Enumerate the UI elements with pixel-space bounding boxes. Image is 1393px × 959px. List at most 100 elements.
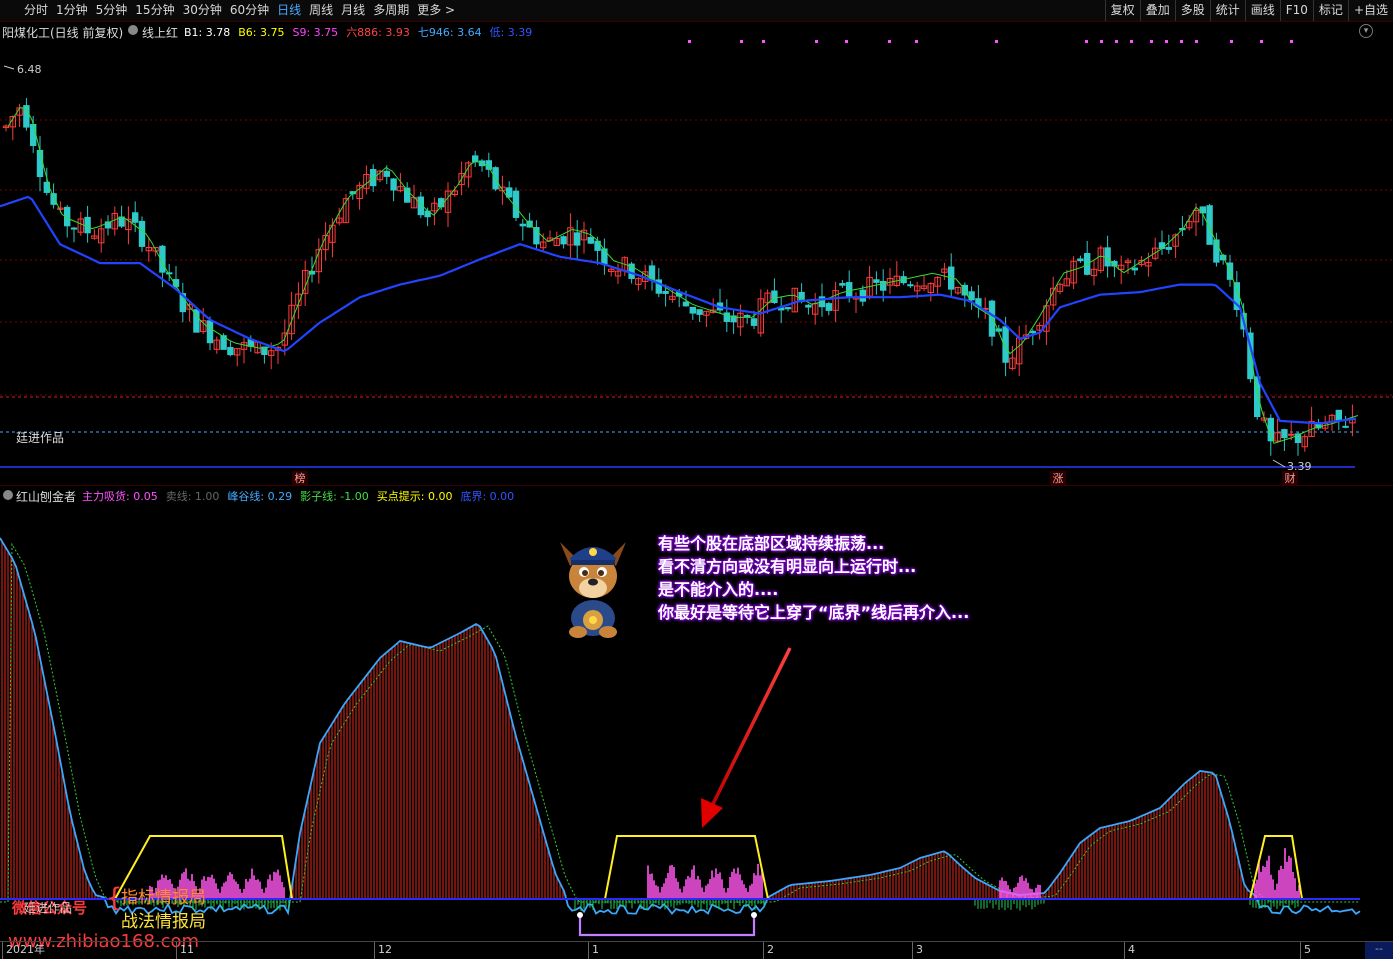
legend-item: 峰谷线: 0.29 [227,490,293,503]
candle-body [682,301,690,307]
period-tab[interactable]: 1分钟 [52,0,92,21]
high-pointer [3,65,15,70]
main-panel-header: 阳煤化工(日线 前复权) 线上红 B1: 3.78 B6: 3.75 S9: 3.7… [0,22,1393,40]
signal-dot [1085,40,1088,43]
signal-dot [1115,40,1118,43]
x-axis-label: 1 [588,942,599,959]
sub-panel-header: 红山刨金者 主力吸货: 0.05 卖线: 1.00 峰谷线: 0.29 影子线: -1… [0,487,1393,504]
toolbar-button[interactable]: F10 [1279,0,1313,21]
x-axis-label: 5 [1300,942,1311,959]
period-tab[interactable]: 60分钟 [226,0,273,21]
annotation-line: 看不清方向或没有明显向上运行时... [658,557,917,576]
annotation-line: 是不能介入的.... [658,580,779,599]
signal-dot [1150,40,1153,43]
bracket-dot [577,912,583,918]
signal-dot [1130,40,1133,43]
candle-body [1029,330,1036,334]
sub-legend: 主力吸货: 0.05 卖线: 1.00 峰谷线: 0.29 影子线: -1.00 买点提… [82,488,522,504]
marker-label: 榜 [295,471,306,485]
period-tab[interactable]: 更多 > [413,0,459,21]
x-axis-label: 3 [912,942,923,959]
toolbar-button[interactable]: 复权 [1104,0,1140,21]
candle-body [390,178,397,191]
candle-body [1077,258,1084,262]
candle-body [1165,246,1172,250]
promo-tag-1: 指标情报局 [121,888,206,908]
high-price-label: 6.48 [17,63,42,76]
candle-body [784,307,792,310]
candle-body [594,240,601,251]
candle-body [1199,206,1206,214]
collapse-icon[interactable] [128,25,138,35]
scroll-button[interactable]: -- [1365,942,1393,959]
low-pointer [1272,459,1286,468]
period-tab[interactable]: 分时 [20,0,52,21]
legend-item: 七946: 3.64 [417,26,482,39]
candle-body [1335,409,1342,422]
period-tab[interactable]: 多周期 [369,0,413,21]
bracket-dot [751,912,757,918]
toolbar-button[interactable]: +自选 [1347,0,1393,21]
candle-body [723,312,730,322]
signal-dot [815,40,818,43]
candle-body [1288,433,1295,436]
legend-item: 买点提示: 0.00 [376,490,453,503]
candle-body [519,223,526,227]
x-axis-label: 4 [1124,942,1135,959]
candle-body [1267,417,1274,442]
candle-body [662,290,669,294]
period-tab[interactable]: 30分钟 [179,0,226,21]
toolbar-button[interactable]: 统计 [1209,0,1245,21]
settings-icon[interactable]: ▾ [1359,24,1373,38]
candle-body [689,306,696,314]
highlight-bracket [578,915,756,937]
candle-body [512,190,520,218]
legend-item: B1: 3.78 [184,26,231,39]
signal-dot [1290,40,1293,43]
legend-item: 底界: 0.00 [460,490,515,503]
period-tab[interactable]: 15分钟 [131,0,178,21]
period-tab[interactable]: 月线 [337,0,369,21]
period-tab[interactable]: 周线 [305,0,337,21]
candle-body [206,320,214,344]
legend-item: 影子线: -1.00 [300,490,369,503]
signal-dot [1180,40,1183,43]
candle-body [825,303,832,311]
legend-item: B6: 3.75 [238,26,285,39]
candle-body [138,220,146,247]
signal-dot [915,40,918,43]
toolbar-button[interactable]: 画线 [1244,0,1280,21]
red-arrow-icon [701,647,792,828]
candle-body [587,237,594,244]
candle-body [750,318,758,326]
candle-body [50,193,57,205]
candle-body [839,283,846,286]
collapse-icon[interactable] [3,490,13,500]
candle-body [132,212,139,223]
candle-body [1342,425,1349,428]
candle-body [30,123,37,147]
signal-dot [1165,40,1168,43]
x-axis-label: 12 [374,942,392,959]
promo-watermark: 廷进作品 [24,901,73,915]
toolbar-button[interactable]: 多股 [1174,0,1210,21]
period-tab[interactable]: 日线 [273,0,305,21]
x-axis-label: 2 [763,942,774,959]
candlestick-chart[interactable]: 6.483.39廷进作品榜涨财 [0,40,1393,485]
signal-dot [688,40,691,43]
toolbar-button[interactable]: 叠加 [1139,0,1175,21]
signal-dot [1195,40,1198,43]
annotation-text: 有些个股在底部区域持续振荡... 看不清方向或没有明显向上运行时... 是不能介… [658,532,969,624]
period-tab[interactable]: 5分钟 [92,0,132,21]
candle-body [574,232,581,246]
candle-body [1131,267,1138,271]
candle-body [771,290,778,303]
signal-dot [888,40,891,43]
period-toolbar: 分时 1分钟 5分钟 15分钟 30分钟 60分钟 日线 周线 月线 多周期 更多 > 复权 叠加 多股… [0,0,1393,22]
legend-item: 主力吸货: 0.05 [82,490,158,503]
toolbar-button[interactable]: 标记 [1312,0,1348,21]
marker-label: 财 [1285,471,1296,485]
signal-dot [762,40,765,43]
toolbar-actions: 复权 叠加 多股 统计 画线 F10 标记 +自选 [1104,0,1393,21]
candle-body [1158,242,1166,249]
